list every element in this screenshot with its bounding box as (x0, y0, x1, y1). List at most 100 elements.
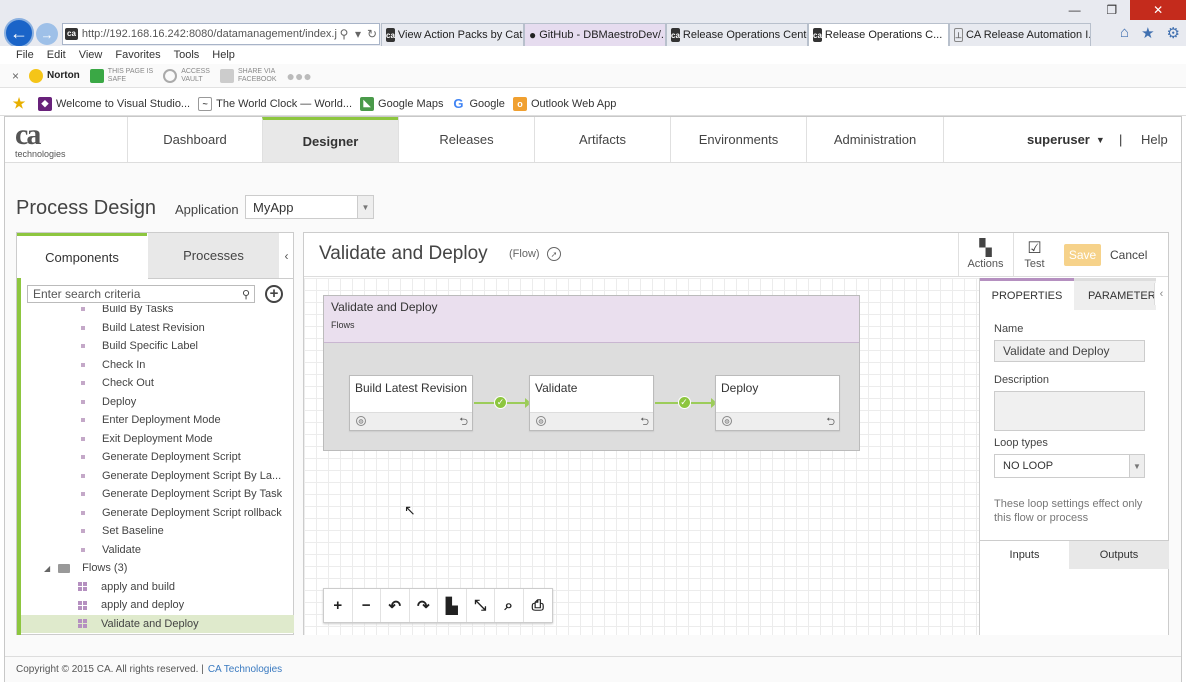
nav-dashboard[interactable]: Dashboard (127, 117, 262, 162)
design-canvas[interactable]: Validate and Deploy Flows Build Latest R… (304, 278, 979, 635)
forward-arrow-icon[interactable]: → (36, 23, 58, 45)
nav-releases[interactable]: Releases (398, 117, 534, 162)
nav-environments[interactable]: Environments (670, 117, 806, 162)
tree-item[interactable]: Generate Deployment Script (21, 448, 294, 466)
tab-parameters[interactable]: PARAMETERS (1074, 278, 1156, 310)
zoom-out-icon[interactable]: − (353, 589, 381, 622)
cancel-button[interactable]: Cancel (1110, 244, 1147, 266)
loop-icon[interactable]: ⮌ (459, 413, 468, 432)
browser-tab-active[interactable]: ca Release Operations C... × (808, 23, 949, 46)
search-icon[interactable]: ⚲ (337, 27, 351, 41)
tree-item[interactable]: Validate and Deploy (21, 614, 294, 633)
add-component-icon[interactable]: + (265, 285, 283, 303)
ca-logo[interactable]: ca technologies (15, 119, 125, 163)
browser-tab[interactable]: ca View Action Packs by Cat... (381, 23, 524, 46)
actions-button[interactable]: ▚ Actions (958, 233, 1012, 276)
tree-item[interactable]: Validate (21, 541, 294, 559)
favorite-link[interactable]: ~ The World Clock — World... (198, 96, 352, 111)
access-vault-button[interactable]: ACCESS VAULT (163, 68, 210, 84)
norton-button[interactable]: Norton (29, 68, 80, 83)
tree-item[interactable]: Check In (21, 356, 294, 374)
tab-processes[interactable]: Processes (148, 233, 279, 279)
tree-item[interactable]: Check Out (21, 374, 294, 392)
collapse-right-icon[interactable]: ‹ (1154, 283, 1168, 305)
browser-tab[interactable]: ⊥ CA Release Automation I... (949, 23, 1091, 46)
safe-page-button[interactable]: THIS PAGE IS SAFE (89, 68, 153, 84)
favorites-star-icon[interactable]: ★ (12, 95, 30, 111)
help-link[interactable]: Help (1141, 117, 1168, 162)
tree-item[interactable]: Generate Deployment Script By Task (21, 485, 294, 503)
back-arrow-icon[interactable]: ← (4, 18, 34, 48)
tree-folder[interactable]: ◢ Flows (3) (21, 559, 294, 577)
close-window-icon[interactable]: ✕ (1130, 0, 1186, 20)
flow-container[interactable]: Validate and Deploy Flows Build Latest R… (323, 295, 860, 451)
print-icon[interactable]: ⎙ (524, 589, 552, 622)
find-icon[interactable]: ⌕ (495, 589, 524, 622)
zoom-in-icon[interactable]: + (324, 589, 353, 622)
flow-node[interactable]: Deploy ◍ ⮌ (715, 375, 840, 431)
loop-type-select[interactable]: NO LOOP ▼ (994, 454, 1145, 478)
favorite-link[interactable]: G Google (451, 96, 505, 111)
flow-node[interactable]: Build Latest Revision ◍ ⮌ (349, 375, 473, 431)
share-facebook-button[interactable]: SHARE VIA FACEBOOK (219, 68, 277, 84)
undo-icon[interactable]: ↶ (381, 589, 410, 622)
layout-icon[interactable]: ▙ (438, 589, 467, 622)
description-field[interactable] (994, 391, 1145, 431)
minimize-icon[interactable]: — (1056, 0, 1093, 20)
nav-administration[interactable]: Administration (806, 117, 944, 162)
close-toolbar-icon[interactable]: × (12, 69, 19, 83)
favorite-link[interactable]: ◣ Google Maps (360, 96, 443, 111)
menu-view[interactable]: View (79, 49, 103, 61)
tree-item[interactable]: Generate Deployment Script rollback (21, 504, 294, 522)
gear-icon[interactable]: ⚙ (1167, 24, 1180, 44)
menu-help[interactable]: Help (212, 49, 235, 61)
name-field[interactable]: Validate and Deploy (994, 340, 1145, 362)
save-button[interactable]: Save (1064, 244, 1101, 266)
more-icon[interactable]: ●●● (287, 68, 312, 84)
favorite-link[interactable]: ◆ Welcome to Visual Studio... (38, 96, 190, 111)
tree-item[interactable]: Set Baseline (21, 522, 294, 540)
application-select[interactable]: MyApp ▼ (245, 195, 374, 219)
maximize-icon[interactable]: ❐ (1093, 0, 1130, 20)
shrink-icon[interactable]: ⤡ (467, 589, 495, 622)
menu-file[interactable]: File (16, 49, 34, 61)
tab-properties[interactable]: PROPERTIES (980, 278, 1074, 310)
home-icon[interactable]: ⌂ (1120, 24, 1129, 44)
browser-tab[interactable]: ● GitHub - DBMaestroDev/... (524, 23, 666, 46)
dropdown-icon[interactable]: ▾ (351, 27, 365, 41)
tree-item[interactable]: Build Specific Label (21, 337, 294, 355)
menu-favorites[interactable]: Favorites (115, 49, 160, 61)
tree-item[interactable]: apply and deploy (21, 596, 294, 614)
nav-artifacts[interactable]: Artifacts (534, 117, 670, 162)
tree-item[interactable]: Enter Deployment Mode (21, 411, 294, 429)
menu-tools[interactable]: Tools (174, 49, 200, 61)
tab-components[interactable]: Components (17, 233, 147, 279)
address-url[interactable]: http://192.168.16.242:8080/datamanagemen… (82, 28, 337, 40)
collapse-left-icon[interactable]: ‹ (279, 233, 294, 279)
navigate-icon[interactable]: ➚ (547, 247, 561, 261)
tree-item[interactable]: Build By Tasks (21, 305, 294, 318)
tree-item[interactable]: Build Latest Revision (21, 319, 294, 337)
star-icon[interactable]: ★ (1141, 24, 1154, 44)
tree-item[interactable]: Deploy (21, 393, 294, 411)
search-icon[interactable]: ⚲ (242, 288, 250, 301)
menu-edit[interactable]: Edit (47, 49, 66, 61)
ca-technologies-link[interactable]: CA Technologies (208, 664, 282, 675)
nav-designer[interactable]: Designer (262, 117, 398, 162)
tab-inputs[interactable]: Inputs (980, 540, 1069, 569)
favorite-link[interactable]: o Outlook Web App (512, 96, 616, 111)
refresh-icon[interactable]: ↻ (365, 27, 379, 41)
address-bar[interactable]: ca http://192.168.16.242:8080/datamanage… (62, 23, 380, 45)
close-tab-icon[interactable]: × (942, 29, 948, 41)
tree-item[interactable]: Exit Deployment Mode (21, 430, 294, 448)
flow-node[interactable]: Validate ◍ ⮌ (529, 375, 654, 431)
loop-icon[interactable]: ⮌ (640, 413, 649, 432)
connector[interactable]: ✓ (474, 396, 531, 409)
user-menu[interactable]: superuser ▼ (1027, 117, 1105, 162)
connector[interactable]: ✓ (655, 396, 717, 409)
tree-item[interactable]: apply and build (21, 578, 294, 596)
test-button[interactable]: ☑ Test (1013, 233, 1055, 276)
tab-outputs[interactable]: Outputs (1069, 540, 1169, 569)
tree-item[interactable]: Generate Deployment Script By La... (21, 467, 294, 485)
redo-icon[interactable]: ↷ (410, 589, 438, 622)
